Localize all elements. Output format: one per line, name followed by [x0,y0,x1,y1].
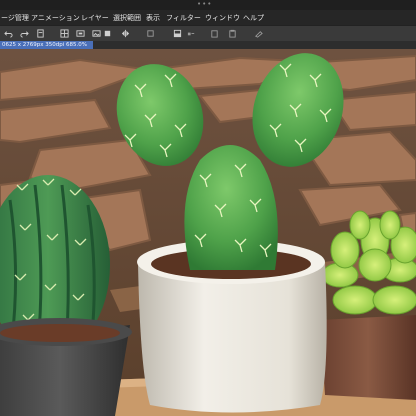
dark-pot [0,318,132,416]
menu-layer[interactable]: レイヤー [81,13,109,23]
grid-icon[interactable] [60,29,69,38]
document-tab-row: 0625 x 2769px 350dpi 685.0% [0,41,416,49]
window-top-strip: ••• [0,0,416,10]
fill-icon[interactable] [103,29,112,38]
command-bar [0,25,416,42]
eraser-icon[interactable] [254,29,263,38]
paste-icon[interactable] [210,29,219,38]
undo-icon[interactable] [4,29,13,38]
cactus-illustration [0,49,416,416]
document-info-tab[interactable]: 0625 x 2769px 350dpi 685.0% [0,41,93,49]
menu-bar: ージ管理 アニメーション レイヤー 選択範囲 表示 フィルター ウィンドウ ヘル… [0,10,416,25]
app-window: ••• ージ管理 アニメーション レイヤー 選択範囲 表示 フィルター ウィンド… [0,0,416,416]
image-icon[interactable] [92,29,101,38]
clipboard-icon[interactable] [228,29,237,38]
menu-filter[interactable]: フィルター [166,13,201,23]
copy-icon[interactable] [187,29,196,38]
succulent [320,210,416,400]
file-icon[interactable] [36,29,45,38]
canvas-area[interactable] [0,49,416,416]
redo-icon[interactable] [20,29,29,38]
menu-animation[interactable]: アニメーション [31,13,80,23]
menu-page-management[interactable]: ージ管理 [1,13,29,23]
transform-icon[interactable] [146,29,155,38]
menu-view[interactable]: 表示 [146,13,160,23]
layer-icon[interactable] [76,29,85,38]
menu-selection[interactable]: 選択範囲 [113,13,141,23]
menu-help[interactable]: ヘルプ [243,13,264,23]
more-indicator[interactable]: ••• [197,1,212,8]
flip-icon[interactable] [121,29,130,38]
layer-stack-icon[interactable] [173,29,182,38]
menu-window[interactable]: ウィンドウ [205,13,240,23]
